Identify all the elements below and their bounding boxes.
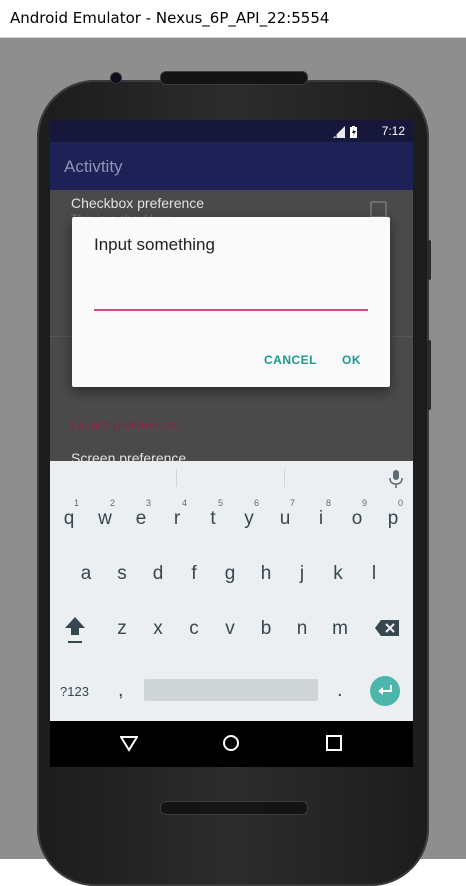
- shift-icon: [65, 617, 85, 643]
- suggestion-divider: [284, 469, 285, 487]
- backspace-key[interactable]: [374, 620, 400, 640]
- shift-key[interactable]: [60, 615, 90, 655]
- key-b[interactable]: b: [248, 604, 284, 656]
- key-g[interactable]: g: [212, 549, 248, 601]
- key-a[interactable]: a: [68, 549, 104, 601]
- backspace-icon: [375, 620, 399, 636]
- status-time: 7:12: [381, 124, 405, 138]
- key-m[interactable]: m: [322, 604, 358, 656]
- app-bar: Activtity: [50, 142, 413, 190]
- key-j[interactable]: j: [284, 549, 320, 601]
- key-e[interactable]: 3e: [123, 494, 159, 546]
- key-i[interactable]: 8i: [303, 494, 339, 546]
- period-key[interactable]: .: [337, 679, 343, 702]
- home-icon[interactable]: [222, 734, 240, 757]
- status-bar: 7:12: [50, 120, 413, 142]
- key-z[interactable]: z: [104, 604, 140, 656]
- ok-button[interactable]: OK: [342, 353, 361, 367]
- key-o[interactable]: 9o: [339, 494, 375, 546]
- recents-icon[interactable]: [325, 734, 343, 757]
- navigation-bar: [50, 721, 413, 767]
- comma-key[interactable]: ,: [118, 679, 124, 702]
- enter-icon: [378, 685, 392, 695]
- volume-button[interactable]: [427, 340, 431, 410]
- top-speaker: [160, 71, 308, 85]
- suggestion-strip: [50, 461, 413, 494]
- symbols-key[interactable]: ?123: [60, 684, 89, 699]
- status-icons: [333, 125, 361, 138]
- key-y[interactable]: 6y: [231, 494, 267, 546]
- key-u[interactable]: 7u: [267, 494, 303, 546]
- back-icon[interactable]: [119, 734, 139, 757]
- emulator-title: Android Emulator - Nexus_6P_API_22:5554: [10, 9, 330, 27]
- signal-icon: [333, 126, 345, 138]
- microphone-icon[interactable]: [389, 470, 403, 493]
- suggestion-divider: [176, 469, 177, 487]
- key-t[interactable]: 5t: [195, 494, 231, 546]
- battery-icon: [350, 126, 357, 138]
- key-d[interactable]: d: [140, 549, 176, 601]
- emulator-title-bar: Android Emulator - Nexus_6P_API_22:5554: [0, 0, 466, 38]
- checkbox-preference-title[interactable]: Checkbox preference: [71, 195, 204, 211]
- bottom-speaker: [160, 801, 308, 815]
- input-dialog: Input something CANCEL OK: [72, 217, 390, 387]
- phone-screen: 7:12 Activtity Checkbox preference This …: [50, 120, 413, 767]
- app-title: Activtity: [64, 157, 123, 176]
- soft-keyboard: 1q 2w 3e 4r 5t 6y 7u 8i 9o 0p a s d f g …: [50, 461, 413, 721]
- launch-preferences-header: Launch preferences: [71, 418, 178, 432]
- key-q[interactable]: 1q: [51, 494, 87, 546]
- key-c[interactable]: c: [176, 604, 212, 656]
- key-n[interactable]: n: [284, 604, 320, 656]
- key-h[interactable]: h: [248, 549, 284, 601]
- key-x[interactable]: x: [140, 604, 176, 656]
- key-p[interactable]: 0p: [375, 494, 411, 546]
- dialog-text-input[interactable]: [94, 287, 368, 311]
- key-w[interactable]: 2w: [87, 494, 123, 546]
- preference-checkbox[interactable]: [370, 201, 387, 218]
- dialog-title: Input something: [94, 235, 215, 254]
- key-k[interactable]: k: [320, 549, 356, 601]
- key-f[interactable]: f: [176, 549, 212, 601]
- key-r[interactable]: 4r: [159, 494, 195, 546]
- key-l[interactable]: l: [356, 549, 392, 601]
- power-button[interactable]: [427, 240, 431, 280]
- key-s[interactable]: s: [104, 549, 140, 601]
- spacebar[interactable]: [144, 679, 318, 701]
- front-camera: [110, 72, 122, 84]
- key-v[interactable]: v: [212, 604, 248, 656]
- cancel-button[interactable]: CANCEL: [264, 353, 317, 367]
- enter-key[interactable]: [370, 676, 400, 706]
